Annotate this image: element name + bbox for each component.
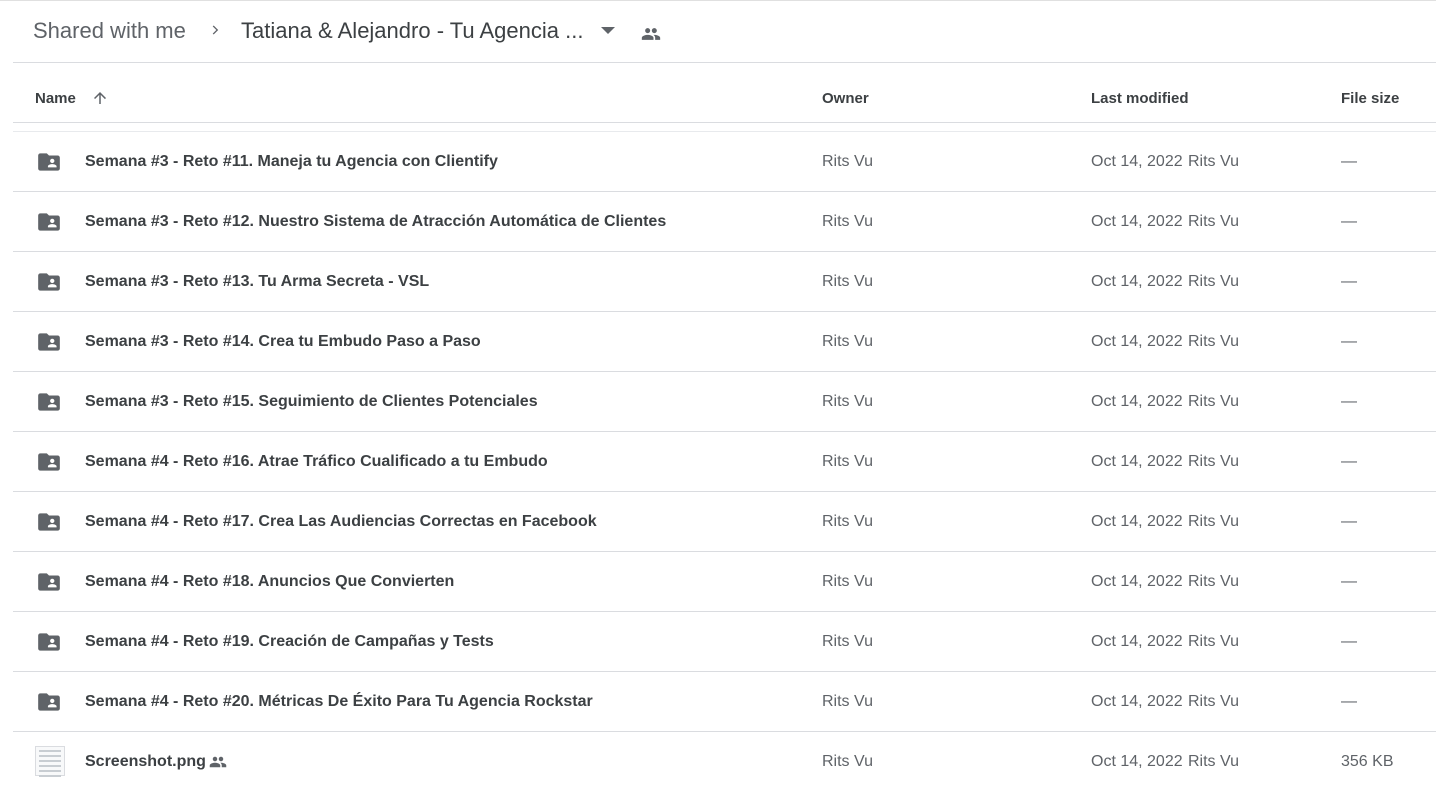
file-modified-by: Rits Vu	[1188, 333, 1239, 350]
file-name[interactable]: Semana #4 - Reto #19. Creación de Campañ…	[85, 633, 494, 651]
table-row[interactable]: Semana #4 - Reto #16. Atrae Tráfico Cual…	[13, 432, 1436, 492]
file-modified-date: Oct 14, 2022	[1091, 453, 1183, 470]
file-name[interactable]: Semana #3 - Reto #12. Nuestro Sistema de…	[85, 213, 666, 231]
file-modified-date: Oct 14, 2022	[1091, 153, 1183, 170]
file-modified-by: Rits Vu	[1188, 633, 1239, 650]
file-modified-by: Rits Vu	[1188, 573, 1239, 590]
table-row[interactable]: Semana #4 - Reto #17. Crea Las Audiencia…	[13, 492, 1436, 552]
file-modified-date: Oct 14, 2022	[1091, 753, 1183, 770]
file-size: —	[1341, 453, 1357, 470]
table-row[interactable]: Semana #4 - Reto #18. Anuncios Que Convi…	[13, 552, 1436, 612]
file-modified-date: Oct 14, 2022	[1091, 273, 1183, 290]
breadcrumb-current-folder[interactable]: Tatiana & Alejandro - Tu Agencia ...	[241, 18, 583, 44]
shared-folder-icon	[38, 333, 60, 351]
file-name[interactable]: Semana #3 - Reto #15. Seguimiento de Cli…	[85, 393, 538, 411]
file-size: —	[1341, 153, 1357, 170]
file-modified-by: Rits Vu	[1188, 753, 1239, 770]
column-header-file-size[interactable]: File size	[1341, 90, 1399, 107]
file-owner: Rits Vu	[822, 753, 873, 770]
file-modified-date: Oct 14, 2022	[1091, 393, 1183, 410]
shared-folder-icon	[38, 153, 60, 171]
arrow-drop-down-icon[interactable]	[601, 26, 615, 36]
file-name[interactable]: Semana #3 - Reto #14. Crea tu Embudo Pas…	[85, 333, 481, 351]
shared-folder-icon	[38, 213, 60, 231]
file-name[interactable]: Semana #3 - Reto #13. Tu Arma Secreta - …	[85, 273, 429, 291]
file-modified-by: Rits Vu	[1188, 453, 1239, 470]
file-name[interactable]: Semana #4 - Reto #16. Atrae Tráfico Cual…	[85, 453, 548, 471]
table-row[interactable]: Semana #3 - Reto #13. Tu Arma Secreta - …	[13, 252, 1436, 312]
breadcrumb: Shared with me Tatiana & Alejandro - Tu …	[13, 2, 1436, 63]
shared-folder-icon	[38, 573, 60, 591]
file-modified-by: Rits Vu	[1188, 393, 1239, 410]
file-size: —	[1341, 633, 1357, 650]
file-modified-by: Rits Vu	[1188, 513, 1239, 530]
table-row[interactable]: Semana #3 - Reto #11. Maneja tu Agencia …	[13, 132, 1436, 192]
column-header-owner[interactable]: Owner	[822, 90, 869, 107]
file-owner: Rits Vu	[822, 153, 873, 170]
file-modified-by: Rits Vu	[1188, 273, 1239, 290]
table-row[interactable]: Semana #3 - Reto #12. Nuestro Sistema de…	[13, 192, 1436, 252]
file-owner: Rits Vu	[822, 513, 873, 530]
arrow-upward-icon[interactable]	[91, 89, 109, 107]
file-modified-date: Oct 14, 2022	[1091, 213, 1183, 230]
shared-folder-icon	[38, 693, 60, 711]
column-header-name[interactable]: Name	[35, 90, 76, 107]
people-icon	[209, 756, 227, 768]
breadcrumb-shared-with-me[interactable]: Shared with me	[33, 18, 186, 44]
file-owner: Rits Vu	[822, 573, 873, 590]
table-row[interactable]: Semana #3 - Reto #15. Seguimiento de Cli…	[13, 372, 1436, 432]
list-scroll-edge	[13, 123, 1436, 132]
file-modified-by: Rits Vu	[1188, 213, 1239, 230]
table-row[interactable]: Screenshot.png Rits Vu Oct 14, 2022 Rits…	[13, 732, 1436, 791]
top-divider	[0, 0, 1436, 1]
file-name[interactable]: Semana #4 - Reto #17. Crea Las Audiencia…	[85, 513, 597, 531]
file-size: —	[1341, 393, 1357, 410]
table-row[interactable]: Semana #4 - Reto #20. Métricas De Éxito …	[13, 672, 1436, 732]
shared-folder-icon	[38, 273, 60, 291]
shared-folder-icon	[38, 513, 60, 531]
file-list: Semana #3 - Reto #11. Maneja tu Agencia …	[13, 132, 1436, 791]
file-owner: Rits Vu	[822, 213, 873, 230]
file-modified-date: Oct 14, 2022	[1091, 633, 1183, 650]
file-owner: Rits Vu	[822, 273, 873, 290]
file-name[interactable]: Screenshot.png	[85, 753, 206, 771]
table-row[interactable]: Semana #4 - Reto #19. Creación de Campañ…	[13, 612, 1436, 672]
file-size: —	[1341, 213, 1357, 230]
file-size: —	[1341, 333, 1357, 350]
file-modified-date: Oct 14, 2022	[1091, 693, 1183, 710]
file-size: —	[1341, 273, 1357, 290]
file-owner: Rits Vu	[822, 633, 873, 650]
column-header-last-modified[interactable]: Last modified	[1091, 90, 1189, 107]
column-header-row: Name Owner Last modified File size	[13, 63, 1436, 123]
file-size: —	[1341, 573, 1357, 590]
file-size: —	[1341, 693, 1357, 710]
file-name[interactable]: Semana #3 - Reto #11. Maneja tu Agencia …	[85, 153, 498, 171]
shared-folder-icon	[38, 633, 60, 651]
image-file-icon	[35, 746, 65, 777]
file-owner: Rits Vu	[822, 453, 873, 470]
file-modified-date: Oct 14, 2022	[1091, 333, 1183, 350]
file-modified-date: Oct 14, 2022	[1091, 513, 1183, 530]
file-owner: Rits Vu	[822, 393, 873, 410]
file-name[interactable]: Semana #4 - Reto #18. Anuncios Que Convi…	[85, 573, 454, 591]
file-owner: Rits Vu	[822, 693, 873, 710]
shared-folder-icon	[38, 393, 60, 411]
file-modified-date: Oct 14, 2022	[1091, 573, 1183, 590]
file-size: 356 KB	[1341, 753, 1394, 770]
chevron-right-icon	[212, 25, 219, 35]
file-size: —	[1341, 513, 1357, 530]
file-owner: Rits Vu	[822, 333, 873, 350]
file-modified-by: Rits Vu	[1188, 693, 1239, 710]
people-icon[interactable]	[639, 24, 663, 44]
file-name[interactable]: Semana #4 - Reto #20. Métricas De Éxito …	[85, 693, 593, 711]
file-modified-by: Rits Vu	[1188, 153, 1239, 170]
shared-folder-icon	[38, 453, 60, 471]
table-row[interactable]: Semana #3 - Reto #14. Crea tu Embudo Pas…	[13, 312, 1436, 372]
